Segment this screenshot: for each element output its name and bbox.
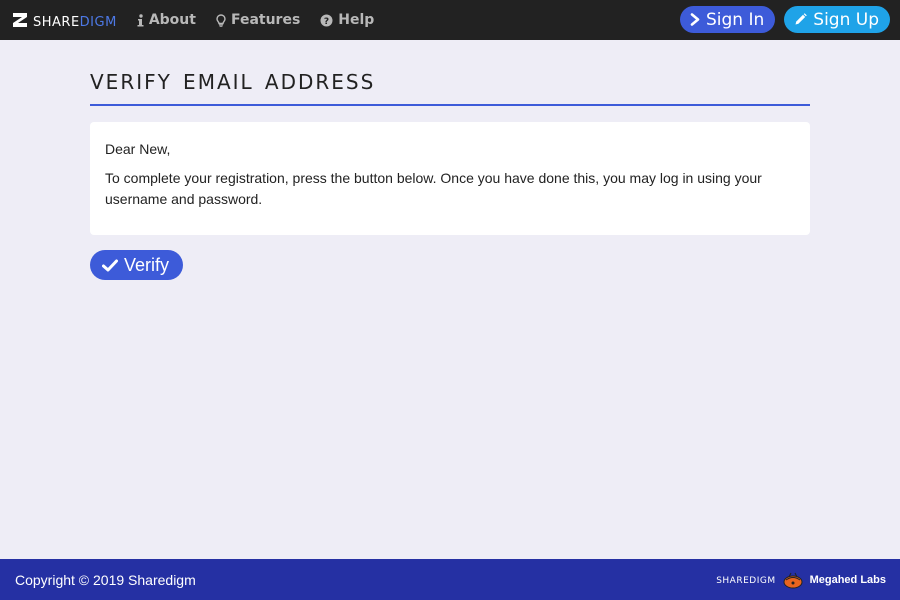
check-icon [102, 259, 118, 272]
brand-logo-link[interactable]: share digm [12, 0, 117, 40]
greeting-text: Dear New, [105, 141, 171, 157]
footer: Copyright © 2019 Sharedigm sharedigm Meg… [0, 559, 900, 600]
nav-features-label: Features [230, 12, 301, 28]
nav-about-label: About [148, 12, 196, 28]
footer-brands: sharedigm Megahed Labs [716, 559, 886, 600]
sharedigm-logo-icon [13, 13, 27, 27]
svg-text:?: ? [324, 17, 329, 27]
top-navbar: share digm About Features ? Help Sign In… [0, 0, 900, 40]
brand-name-share: share [33, 9, 80, 31]
question-circle-icon: ? [320, 14, 333, 27]
sign-in-label: Sign In [706, 9, 765, 30]
nav-help-link[interactable]: ? Help [320, 12, 374, 28]
main-content: Verify Email Address Dear New, To comple… [90, 62, 810, 280]
nav-links: About Features ? Help [137, 12, 395, 28]
page-title: Verify Email Address [90, 62, 810, 106]
info-icon [137, 13, 144, 27]
nav-features-link[interactable]: Features [216, 12, 300, 28]
chevron-right-icon [690, 13, 700, 26]
brand-name-digm: digm [79, 9, 117, 31]
megahed-labs-logo-icon [783, 572, 803, 588]
verify-label: Verify [124, 254, 170, 275]
footer-megahed-labs[interactable]: Megahed Labs [810, 574, 886, 586]
verify-button[interactable]: Verify [90, 250, 183, 280]
auth-buttons: Sign In Sign Up [680, 6, 890, 33]
sign-up-button[interactable]: Sign Up [784, 6, 890, 33]
pencil-icon [794, 13, 808, 26]
footer-sharedigm-logo[interactable]: sharedigm [716, 572, 775, 587]
lightbulb-icon [216, 13, 226, 27]
instruction-text: To complete your registration, press the… [105, 170, 762, 207]
message-card: Dear New, To complete your registration,… [90, 122, 810, 235]
sign-in-button[interactable]: Sign In [680, 6, 776, 33]
nav-about-link[interactable]: About [137, 12, 196, 28]
copyright-text: Copyright © 2019 Sharedigm [15, 571, 196, 588]
nav-help-label: Help [338, 12, 375, 28]
sign-up-label: Sign Up [813, 9, 879, 30]
